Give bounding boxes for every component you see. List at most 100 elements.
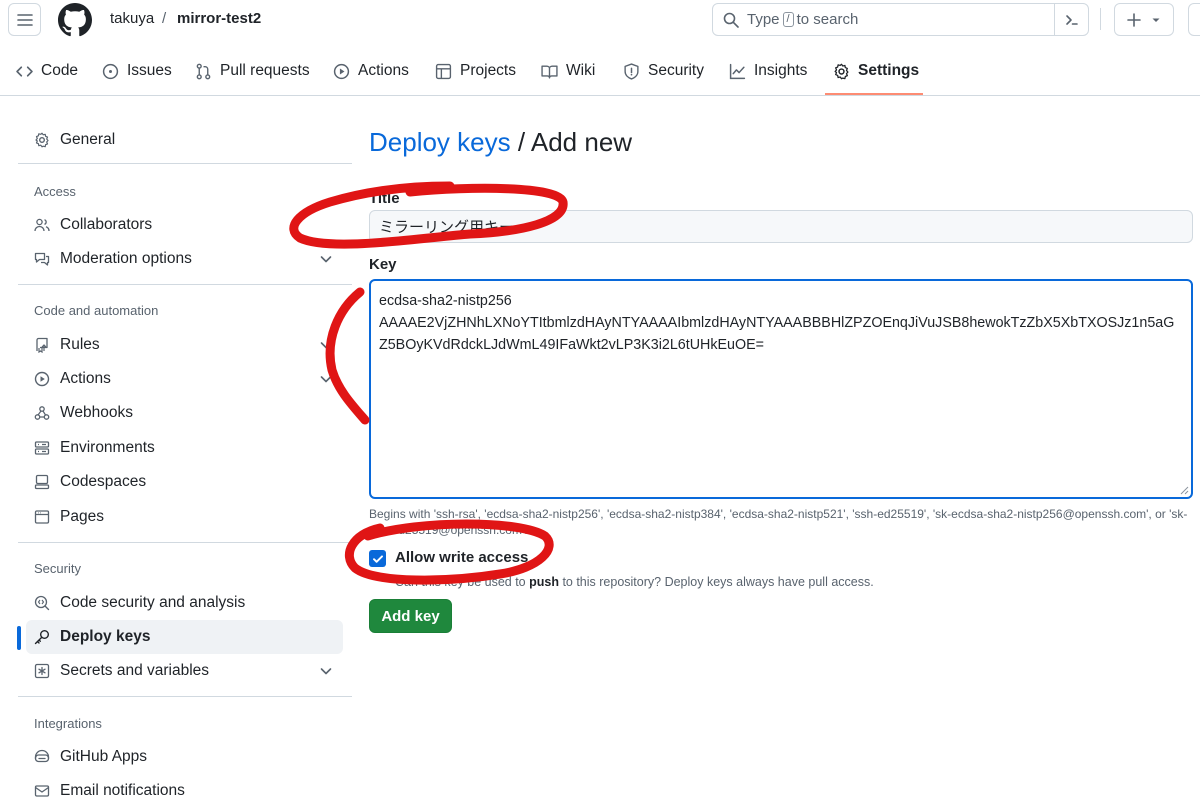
browser-icon — [34, 510, 50, 524]
header-divider — [1100, 8, 1101, 30]
sidebar-item-email-notifications[interactable]: Email notifications — [26, 774, 343, 808]
git-pull-request-icon — [196, 63, 211, 79]
mail-icon — [34, 785, 50, 797]
book-icon — [541, 64, 558, 79]
settings-sidebar: General Access Collaborators Moderation … — [0, 96, 355, 809]
breadcrumb-separator: / — [162, 10, 167, 27]
code-icon — [16, 65, 33, 77]
sidebar-item-actions[interactable]: Actions — [26, 362, 343, 396]
sidebar-item-label: Environments — [60, 439, 155, 456]
plus-icon — [1127, 12, 1141, 27]
tab-security-label: Security — [648, 62, 704, 79]
sidebar-divider — [18, 696, 352, 697]
breadcrumb-repo[interactable]: mirror-test2 — [177, 10, 261, 27]
sidebar-item-moderation-options[interactable]: Moderation options — [26, 242, 343, 276]
menu-button[interactable] — [8, 3, 41, 36]
allow-write-label[interactable]: Allow write access — [395, 549, 528, 566]
sidebar-item-environments[interactable]: Environments — [26, 431, 343, 465]
command-palette-button[interactable] — [1054, 4, 1088, 35]
sidebar-item-label: General — [60, 131, 116, 148]
key-icon — [34, 630, 49, 645]
sidebar-divider — [18, 163, 352, 164]
tab-actions[interactable]: Actions — [333, 58, 409, 84]
repo-nav: Code Issues Pull requests Actions Projec… — [0, 46, 1200, 96]
search-placeholder-prefix: Type — [747, 11, 780, 28]
sidebar-heading-access: Access — [34, 184, 76, 199]
server-icon — [34, 441, 50, 455]
tab-issues-label: Issues — [127, 62, 172, 79]
global-header: takuya / mirror-test2 Type / to search — [0, 0, 1200, 46]
search-input[interactable]: Type / to search — [712, 3, 1089, 36]
sidebar-item-deploy-keys[interactable]: Deploy keys — [26, 620, 343, 654]
tab-pull-requests[interactable]: Pull requests — [195, 58, 310, 84]
sidebar-item-label: Email notifications — [60, 782, 185, 799]
title-current: Add new — [530, 127, 633, 157]
sidebar-item-label: Secrets and variables — [60, 662, 210, 679]
sidebar-item-label: Pages — [60, 508, 104, 525]
shield-icon — [624, 62, 639, 80]
people-icon — [34, 218, 50, 232]
issues-button[interactable] — [1188, 3, 1200, 36]
chevron-down-icon[interactable] — [319, 338, 333, 352]
sidebar-heading-code-automation: Code and automation — [34, 303, 159, 318]
tab-settings-label: Settings — [858, 62, 920, 79]
github-logo-icon[interactable] — [58, 3, 92, 37]
repo-push-icon — [36, 337, 48, 353]
add-key-button[interactable]: Add key — [369, 599, 452, 633]
chevron-down-icon[interactable] — [319, 372, 333, 386]
sidebar-item-secrets-variables[interactable]: Secrets and variables — [26, 654, 343, 688]
comment-discussion-icon — [34, 252, 50, 266]
tab-projects-label: Projects — [460, 62, 516, 79]
check-icon — [372, 554, 383, 563]
hamburger-icon — [16, 13, 33, 26]
sidebar-item-codespaces[interactable]: Codespaces — [26, 465, 343, 499]
chevron-down-icon[interactable] — [319, 664, 333, 678]
tab-wiki-label: Wiki — [566, 62, 596, 79]
tab-security[interactable]: Security — [623, 58, 704, 84]
title-separator: / — [510, 127, 531, 157]
hint-suffix: to this repository? Deploy keys always h… — [558, 575, 874, 589]
sidebar-item-rules[interactable]: Rules — [26, 328, 343, 362]
table-icon — [435, 63, 452, 79]
resize-handle-icon[interactable] — [1180, 486, 1189, 495]
key-textarea[interactable]: ecdsa-sha2-nistp256 AAAAE2VjZHNhLXNoYTIt… — [369, 279, 1193, 499]
sidebar-item-code-security[interactable]: Code security and analysis — [26, 586, 343, 620]
tab-wiki[interactable]: Wiki — [541, 58, 595, 84]
gear-icon — [834, 63, 849, 79]
chevron-down-icon[interactable] — [319, 252, 333, 266]
tab-settings[interactable]: Settings — [833, 58, 919, 84]
key-field-label: Key — [369, 256, 397, 273]
key-line-type: ecdsa-sha2-nistp256 — [379, 293, 512, 309]
tab-issues[interactable]: Issues — [102, 58, 172, 84]
sidebar-item-pages[interactable]: Pages — [26, 500, 343, 534]
breadcrumb-owner[interactable]: takuya — [110, 10, 154, 27]
sidebar-item-label: Deploy keys — [60, 628, 151, 645]
sidebar-item-webhooks[interactable]: Webhooks — [26, 396, 343, 430]
hint-bold: push — [529, 575, 559, 589]
create-new-button[interactable] — [1114, 3, 1174, 36]
sidebar-item-label: Actions — [60, 370, 111, 387]
play-icon — [333, 63, 350, 79]
title-field-label: Title — [369, 190, 400, 207]
tab-projects[interactable]: Projects — [435, 58, 516, 84]
tab-code[interactable]: Code — [16, 58, 78, 84]
search-shortcut-key: / — [782, 12, 794, 27]
sidebar-item-general[interactable]: General — [26, 123, 343, 157]
tab-code-label: Code — [41, 62, 79, 79]
play-icon — [34, 371, 50, 387]
deploy-keys-link[interactable]: Deploy keys — [369, 127, 511, 157]
key-line-body: AAAAE2VjZHNhLXNoYTItbmlzdHAyNTYAAAAIbmlz… — [379, 315, 1175, 353]
graph-icon — [729, 63, 746, 79]
sidebar-item-github-apps[interactable]: GitHub Apps — [26, 740, 343, 774]
sidebar-divider — [18, 284, 352, 285]
key-format-note: Begins with 'ssh-rsa', 'ecdsa-sha2-nistp… — [369, 507, 1188, 537]
sidebar-item-label: Moderation options — [60, 250, 192, 267]
sidebar-item-collaborators[interactable]: Collaborators — [26, 208, 343, 242]
tab-insights[interactable]: Insights — [729, 58, 807, 84]
title-field[interactable] — [369, 210, 1193, 243]
sidebar-heading-security: Security — [34, 561, 81, 576]
sidebar-item-label: Rules — [60, 336, 100, 353]
allow-write-checkbox[interactable] — [369, 550, 386, 567]
allow-write-hint: Can this key be used to push to this rep… — [395, 575, 874, 589]
codespaces-icon — [34, 474, 50, 490]
